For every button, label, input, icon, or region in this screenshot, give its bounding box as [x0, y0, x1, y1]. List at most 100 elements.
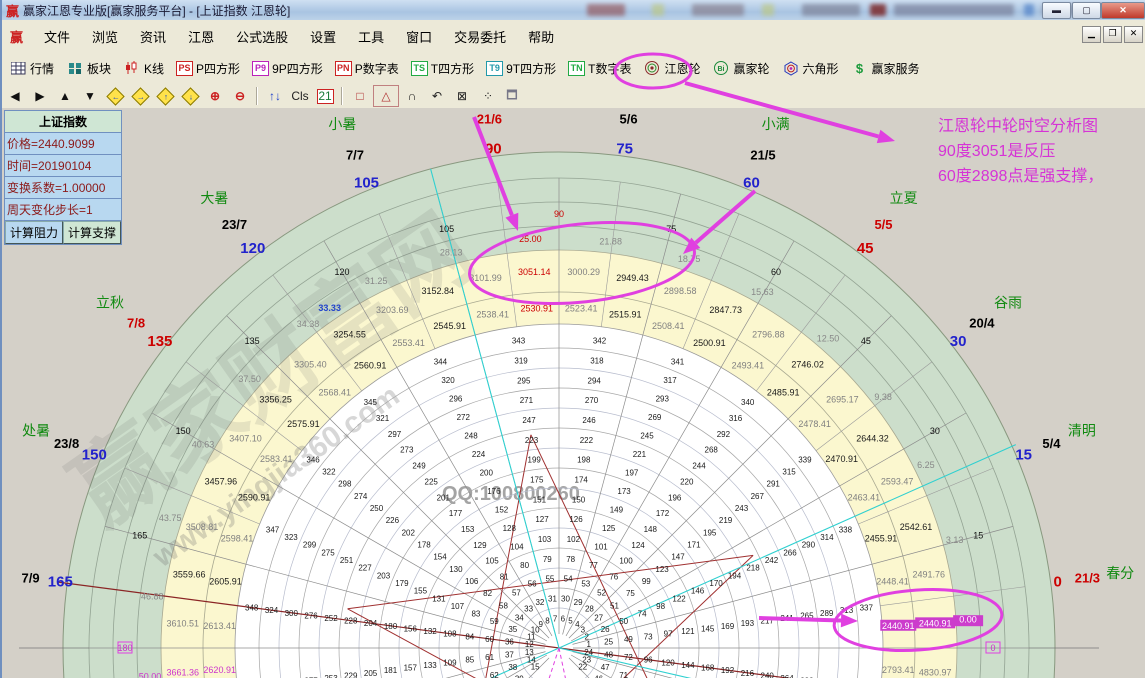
svg-text:339: 339: [798, 455, 812, 464]
svg-text:194: 194: [728, 571, 742, 580]
svg-text:2575.91: 2575.91: [287, 419, 320, 429]
svg-text:129: 129: [473, 541, 487, 550]
minimize-button[interactable]: ▬: [1042, 2, 1071, 19]
toolbar-button-P数字表[interactable]: PNP数字表: [330, 58, 404, 79]
svg-text:99: 99: [642, 577, 651, 586]
svg-text:47: 47: [601, 663, 610, 672]
toolbar-button-P四方形[interactable]: PSP四方形: [171, 58, 245, 79]
svg-text:3152.84: 3152.84: [422, 286, 455, 296]
menu-item-7[interactable]: 窗口: [395, 27, 443, 48]
svg-text:347: 347: [266, 525, 280, 534]
title-bar: 赢 赢家江恩专业版[赢家服务平台] - [上证指数 江恩轮] ▬ ▢ ✕: [2, 0, 1145, 21]
menu-item-2[interactable]: 资讯: [129, 27, 177, 48]
menu-bar: 赢 文件浏览资讯江恩公式选股设置工具窗口交易委托帮助 ▁ ❐ ✕: [2, 20, 1145, 53]
toolbar-button-K线[interactable]: K线: [118, 58, 169, 79]
svg-text:340: 340: [741, 398, 755, 407]
menu-item-1[interactable]: 浏览: [81, 27, 129, 48]
toolbar-button-江恩轮[interactable]: 江恩轮: [638, 58, 705, 79]
toolbar-label: P四方形: [196, 60, 240, 77]
next-arrow-icon[interactable]: ▶: [28, 86, 52, 106]
toolbar-label: 赢家轮: [733, 60, 769, 77]
rotate-tool-icon[interactable]: ↶: [425, 86, 449, 106]
svg-text:165: 165: [132, 531, 147, 541]
prev-arrow-icon[interactable]: ◀: [3, 86, 27, 106]
svg-text:小满: 小满: [762, 116, 790, 132]
toolbar-button-T四方形[interactable]: TST四方形: [406, 58, 479, 79]
svg-text:273: 273: [400, 446, 414, 455]
svg-text:120: 120: [240, 240, 265, 257]
drawing-toolbar: ◀ ▶ ▲ ▼ ← → ↑ ↓ ⊕ ⊖ ↑↓ Cls 21 □ △ ∩ ↶ ⊠ …: [2, 84, 1145, 109]
maximize-button[interactable]: ▢: [1072, 2, 1101, 19]
svg-text:25: 25: [604, 638, 613, 647]
toolbar-button-赢家服务[interactable]: $赢家服务: [846, 58, 925, 79]
svg-text:90: 90: [554, 209, 564, 219]
pan-left-icon[interactable]: ←: [103, 86, 127, 106]
svg-text:82: 82: [483, 589, 492, 598]
triangle-tool-icon[interactable]: △: [373, 85, 399, 107]
mdi-restore-button[interactable]: ❐: [1103, 26, 1122, 43]
menu-item-9[interactable]: 帮助: [517, 27, 565, 48]
close-button[interactable]: ✕: [1101, 2, 1145, 19]
svg-text:289: 289: [820, 609, 834, 618]
arc-tool-icon[interactable]: ∩: [400, 86, 424, 106]
svg-text:37: 37: [505, 651, 514, 660]
svg-text:251: 251: [340, 556, 354, 565]
svg-text:272: 272: [457, 413, 471, 422]
box-x-tool-icon[interactable]: ⊠: [450, 86, 474, 106]
svg-text:39: 39: [515, 674, 524, 678]
svg-text:107: 107: [451, 602, 465, 611]
svg-text:296: 296: [449, 395, 463, 404]
mdi-minimize-button[interactable]: ▁: [1082, 26, 1101, 43]
menu-item-6[interactable]: 工具: [347, 27, 395, 48]
svg-text:2793.41: 2793.41: [882, 665, 915, 675]
svg-text:3203.69: 3203.69: [376, 305, 409, 315]
svg-text:2568.41: 2568.41: [319, 387, 352, 397]
toolbar-button-9T四方形[interactable]: T99T四方形: [481, 58, 561, 79]
calc-resistance-button[interactable]: 计算阻力: [5, 221, 63, 244]
zoom-in-icon[interactable]: ⊕: [203, 86, 227, 106]
toolbar-button-赢家轮[interactable]: Bi赢家轮: [707, 58, 774, 79]
menu-item-5[interactable]: 设置: [299, 27, 347, 48]
toolbar-button-六角形[interactable]: 六角形: [777, 58, 844, 79]
svg-text:216: 216: [741, 669, 755, 678]
menu-item-3[interactable]: 江恩: [177, 27, 225, 48]
svg-text:78: 78: [566, 555, 575, 564]
svg-text:337: 337: [860, 604, 874, 613]
svg-text:60: 60: [771, 267, 781, 277]
svg-text:2590.91: 2590.91: [238, 493, 271, 503]
menu-item-4[interactable]: 公式选股: [225, 27, 299, 48]
mdi-close-button[interactable]: ✕: [1124, 26, 1143, 43]
svg-text:31.25: 31.25: [365, 276, 388, 286]
calc-support-button[interactable]: 计算支撑: [63, 221, 121, 244]
calendar-icon[interactable]: 21: [313, 86, 337, 106]
menu-item-0[interactable]: 文件: [33, 27, 81, 48]
svg-text:3305.40: 3305.40: [294, 360, 327, 370]
svg-text:179: 179: [395, 579, 409, 588]
toolbar-button-板块[interactable]: 板块: [61, 58, 116, 79]
crosshair-tool-icon[interactable]: ⁘: [475, 86, 499, 106]
svg-text:立秋: 立秋: [96, 294, 124, 310]
toolbar-separator: [341, 87, 343, 105]
svg-text:147: 147: [671, 553, 685, 562]
board-tool-icon[interactable]: 🗖: [500, 86, 524, 106]
pan-down-icon[interactable]: ↓: [178, 86, 202, 106]
toolbar-button-T数字表[interactable]: TNT数字表: [563, 58, 636, 79]
rect-tool-icon[interactable]: □: [348, 86, 372, 106]
cls-button[interactable]: Cls: [288, 86, 312, 106]
pan-right-icon[interactable]: →: [128, 86, 152, 106]
svg-text:219: 219: [719, 516, 733, 525]
svg-text:154: 154: [433, 553, 447, 562]
zoom-out-icon[interactable]: ⊖: [228, 86, 252, 106]
toolbar-button-行情[interactable]: 行情: [4, 58, 59, 79]
toolbar-button-9P四方形[interactable]: P99P四方形: [247, 58, 328, 79]
menu-item-8[interactable]: 交易委托: [443, 27, 517, 48]
svg-text:49: 49: [624, 635, 633, 644]
down-arrow-icon[interactable]: ▼: [78, 86, 102, 106]
axis-swap-icon[interactable]: ↑↓: [263, 86, 287, 106]
pan-up-icon[interactable]: ↑: [153, 86, 177, 106]
up-arrow-icon[interactable]: ▲: [53, 86, 77, 106]
blurred-ticker-item: [587, 4, 625, 16]
svg-text:2455.91: 2455.91: [865, 534, 898, 544]
toolbar-label: 9P四方形: [272, 60, 323, 77]
panel-row-3: 周天变化步长=1: [5, 199, 121, 221]
